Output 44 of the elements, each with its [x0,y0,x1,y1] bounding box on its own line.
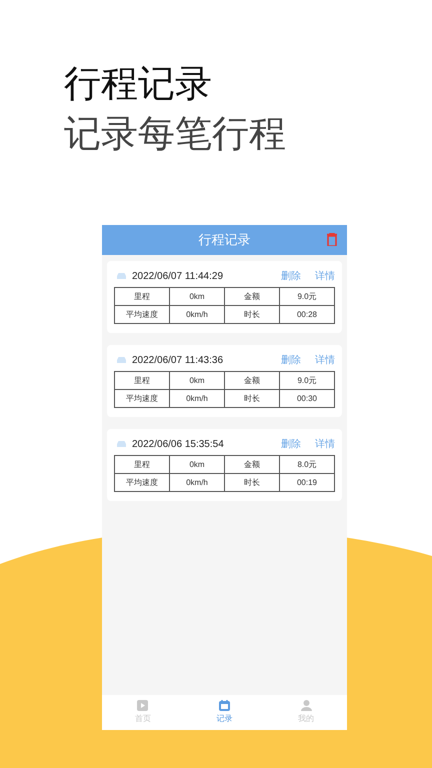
delete-link[interactable]: 删除 [281,268,301,284]
details-link[interactable]: 详情 [315,268,335,284]
calendar-icon [219,700,230,711]
details-link[interactable]: 详情 [315,436,335,452]
table-cell: 里程 [115,372,170,390]
delete-link[interactable]: 删除 [281,352,301,368]
table-cell: 8.0元 [280,456,335,474]
trash-icon[interactable] [327,233,337,246]
trip-time: 2022/06/07 11:43:36 [132,354,224,368]
table-cell: 0km/h [170,306,225,324]
table-cell: 里程 [115,456,170,474]
screen-title: 行程记录 [198,231,250,250]
trip-time: 2022/06/06 15:35:54 [132,438,224,452]
headline: 记录每笔行程 [64,112,287,156]
table-cell: 金额 [225,372,280,390]
table-cell: 金额 [225,456,280,474]
delete-link[interactable]: 删除 [281,436,301,452]
details-link[interactable]: 详情 [315,352,335,368]
tab[interactable]: 记录 [184,695,266,730]
table-cell: 9.0元 [280,288,335,306]
play-square-icon [137,700,148,711]
table-cell: 时长 [225,474,280,492]
table-cell: 0km [170,456,225,474]
table-cell: 时长 [225,306,280,324]
table-cell: 平均速度 [115,390,170,408]
table-cell: 9.0元 [280,372,335,390]
table-cell: 00:30 [280,390,335,408]
table-cell: 00:19 [280,474,335,492]
person-icon [300,700,312,711]
car-icon [116,272,127,280]
car-icon [116,356,127,364]
table-cell: 平均速度 [115,474,170,492]
table-cell: 0km/h [170,474,225,492]
car-icon [116,440,127,448]
table-cell: 平均速度 [115,306,170,324]
table-cell: 时长 [225,390,280,408]
table-cell: 0km [170,288,225,306]
table-cell: 00:28 [280,306,335,324]
trip-time: 2022/06/07 11:44:29 [132,270,224,284]
table-cell: 0km [170,372,225,390]
table-cell: 0km/h [170,390,225,408]
table-cell: 里程 [115,288,170,306]
headline: 行程记录 [64,62,213,106]
table-cell: 金额 [225,288,280,306]
